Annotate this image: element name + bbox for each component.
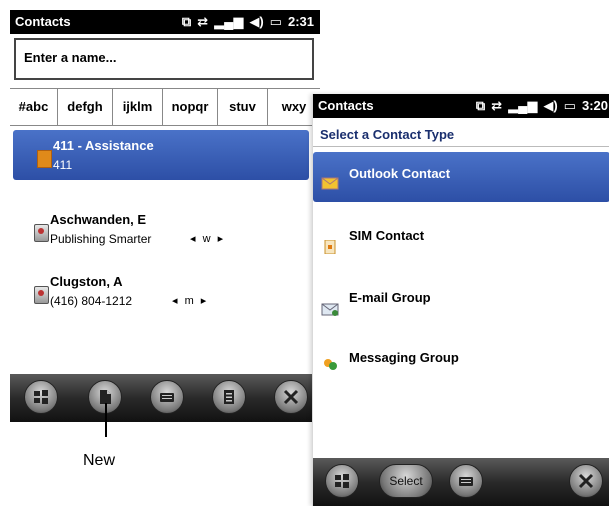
connectivity-icon[interactable]: ⧉ (476, 98, 485, 113)
contact-method-selector[interactable]: ◂ w ▸ (190, 232, 225, 245)
close-icon (578, 473, 594, 489)
title-bar: Contacts ⧉ ⇄ ▂▄▆ ◀) ▭ 2:31 (10, 10, 320, 34)
new-callout-label: New (83, 452, 116, 469)
close-button[interactable] (569, 464, 603, 498)
contact-detail: Publishing Smarter (50, 232, 152, 246)
clock[interactable]: 3:20 (582, 98, 608, 113)
start-button[interactable] (24, 380, 58, 414)
close-button[interactable] (274, 380, 308, 414)
contact-name: Aschwanden, E (50, 212, 147, 227)
contact-person-icon (34, 286, 49, 304)
subtitle-text: Select a Contact Type (320, 127, 455, 142)
status-area: ⧉ ⇄ ▂▄▆ ◀) ▭ 2:31 (182, 14, 314, 29)
contact-detail: 411 (53, 158, 73, 172)
keyboard-button[interactable] (150, 380, 184, 414)
bottom-toolbar (10, 374, 320, 422)
sync-icon[interactable]: ⇄ (197, 14, 208, 29)
clock[interactable]: 2:31 (288, 14, 314, 29)
contact-item-clugston[interactable]: Clugston, A (416) 804-1212 ◂ m ▸ (10, 266, 306, 314)
outlook-contact-icon (321, 177, 339, 190)
signal-icon[interactable]: ▂▄▆ (508, 98, 537, 113)
callout-line (105, 403, 107, 437)
type-item-messaging-group[interactable]: Messaging Group (313, 336, 609, 386)
contact-person-icon (34, 224, 49, 242)
contact-method-selector[interactable]: ◂ m ▸ (172, 294, 208, 307)
alphabet-tabs: #abc defgh ijklm nopqr stuv wxy (10, 88, 320, 126)
type-label: SIM Contact (349, 228, 425, 243)
keyboard-button[interactable] (449, 464, 483, 498)
windows-icon (335, 474, 349, 488)
name-search-input[interactable] (22, 49, 306, 66)
contact-name: 411 - Assistance (53, 138, 154, 153)
app-title: Contacts (15, 14, 71, 29)
menu-button[interactable] (212, 380, 246, 414)
battery-icon[interactable]: ▭ (564, 98, 576, 113)
contact-card-icon (37, 150, 52, 168)
letter-tab[interactable]: defgh (58, 89, 113, 125)
windows-icon (34, 390, 48, 404)
contact-type-screen: Contacts ⧉ ⇄ ▂▄▆ ◀) ▭ 3:20 Select a Cont… (312, 94, 609, 506)
type-item-outlook-contact[interactable]: Outlook Contact (313, 152, 609, 202)
start-button[interactable] (325, 464, 359, 498)
menu-icon (224, 390, 234, 404)
status-area: ⧉ ⇄ ▂▄▆ ◀) ▭ 3:20 (476, 98, 608, 113)
type-label: E-mail Group (349, 290, 431, 305)
contact-item-aschwanden[interactable]: Aschwanden, E Publishing Smarter ◂ w ▸ (10, 204, 306, 252)
letter-tab[interactable]: #abc (10, 89, 58, 125)
contacts-screen: Contacts ⧉ ⇄ ▂▄▆ ◀) ▭ 2:31 #abc defgh ij… (10, 10, 320, 422)
keyboard-icon (160, 393, 174, 402)
type-item-sim-contact[interactable]: SIM Contact (313, 214, 609, 264)
type-label: Outlook Contact (349, 166, 451, 181)
contact-item-411-assistance[interactable]: 411 - Assistance 411 (13, 130, 309, 180)
contact-name: Clugston, A (50, 274, 123, 289)
volume-icon[interactable]: ◀) (249, 14, 263, 29)
connectivity-icon[interactable]: ⧉ (182, 14, 191, 29)
page-subtitle: Select a Contact Type (313, 122, 609, 147)
type-item-email-group[interactable]: E-mail Group (313, 276, 609, 326)
messaging-group-icon (324, 359, 337, 370)
type-label: Messaging Group (349, 350, 459, 365)
bottom-toolbar: Select (313, 458, 609, 506)
volume-icon[interactable]: ◀) (543, 98, 557, 113)
sim-card-icon (324, 240, 336, 254)
sync-icon[interactable]: ⇄ (491, 98, 502, 113)
letter-tab[interactable]: nopqr (163, 89, 218, 125)
close-icon (283, 389, 299, 405)
email-group-icon (321, 303, 339, 316)
signal-icon[interactable]: ▂▄▆ (214, 14, 243, 29)
battery-icon[interactable]: ▭ (270, 14, 282, 29)
name-search-field[interactable] (14, 38, 314, 80)
select-button[interactable]: Select (379, 464, 433, 498)
app-title: Contacts (318, 98, 374, 113)
title-bar: Contacts ⧉ ⇄ ▂▄▆ ◀) ▭ 3:20 (313, 94, 609, 118)
letter-tab[interactable]: stuv (218, 89, 268, 125)
letter-tab[interactable]: ijklm (113, 89, 163, 125)
contact-detail: (416) 804-1212 (50, 294, 133, 308)
keyboard-icon (459, 477, 473, 486)
